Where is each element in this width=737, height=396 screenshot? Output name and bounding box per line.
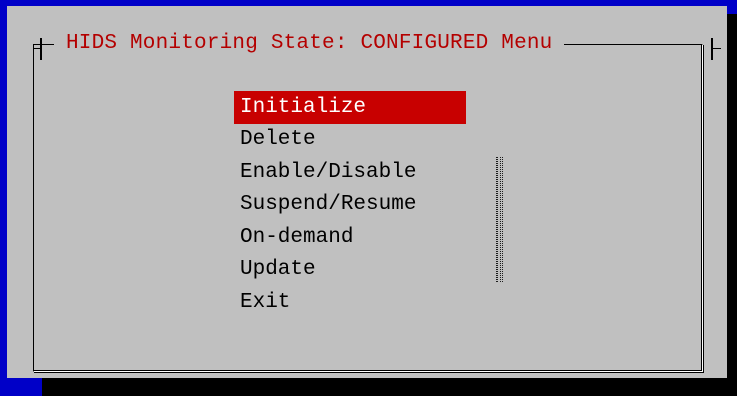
dialog-title-container: HIDS Monitoring State: CONFIGURED Menu (54, 28, 565, 58)
scroll-position-indicator-icon[interactable] (496, 157, 503, 283)
menu-item-update[interactable]: Update (234, 254, 466, 287)
dialog-title: HIDS Monitoring State: CONFIGURED Menu (66, 31, 553, 55)
menu-item-label: Delete (240, 128, 316, 152)
menu-item-delete[interactable]: Delete (234, 124, 466, 157)
dialog-shadow-right (727, 14, 737, 396)
menu-item-on-demand[interactable]: On-demand (234, 221, 466, 254)
dialog-shadow-bottom (42, 378, 737, 396)
menu-item-label: Update (240, 258, 316, 282)
menu-item-label: Initialize (240, 95, 367, 119)
title-rule-right (711, 48, 721, 49)
menu-item-enable-disable[interactable]: Enable/Disable (234, 156, 466, 189)
title-bracket-right (711, 38, 713, 60)
menu-item-suspend-resume[interactable]: Suspend/Resume (234, 189, 466, 222)
menu-dialog: HIDS Monitoring State: CONFIGURED Menu I… (7, 6, 727, 378)
menu-item-label: On-demand (240, 225, 354, 249)
menu-item-initialize[interactable]: Initialize (234, 91, 466, 124)
menu-item-label: Suspend/Resume (240, 193, 417, 217)
menu-item-exit[interactable]: Exit (234, 286, 466, 319)
menu-item-label: Enable/Disable (240, 160, 417, 184)
title-bracket-left (40, 38, 42, 60)
menu-item-label: Exit (240, 290, 291, 314)
menu-list: Initialize Delete Enable/Disable Suspend… (234, 91, 466, 319)
